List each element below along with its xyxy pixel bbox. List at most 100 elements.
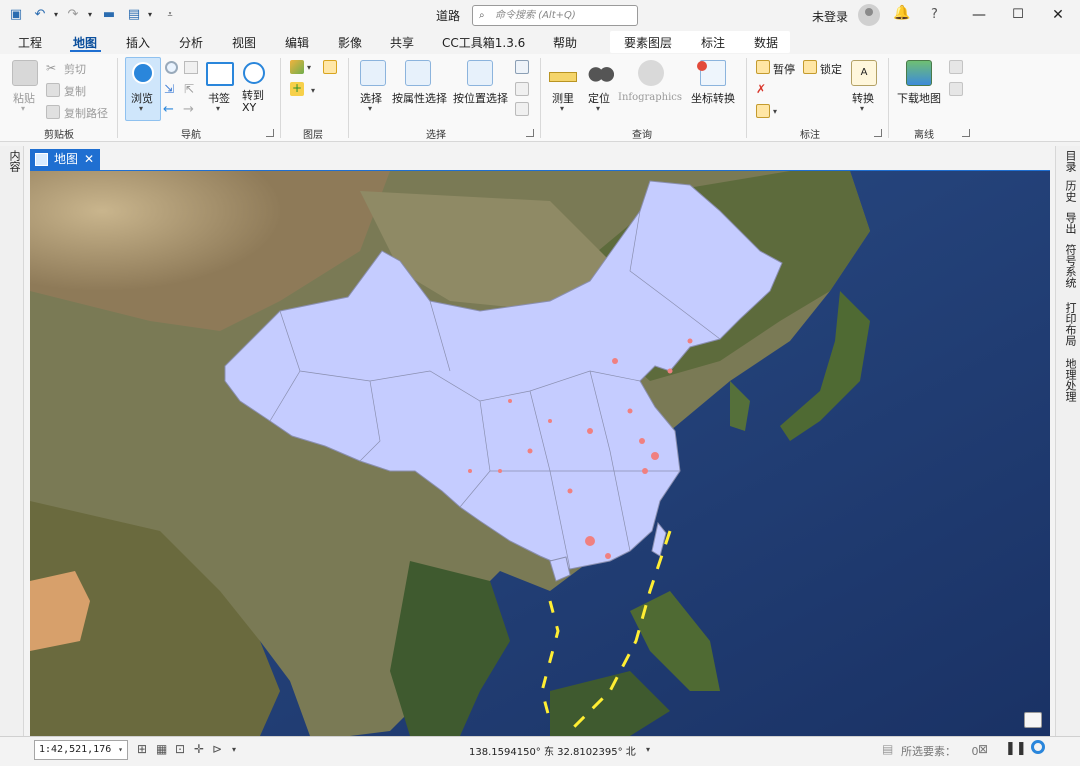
grid-icon[interactable]: ⊞ — [137, 742, 147, 756]
save-icon[interactable]: ▣ — [8, 7, 24, 23]
scale-dropdown-icon[interactable]: ▾ — [118, 741, 123, 759]
constraint-icon[interactable]: ✛ — [194, 742, 204, 756]
coordinate-format-dropdown-icon[interactable]: ▾ — [646, 745, 650, 754]
tab-project[interactable]: 工程 — [18, 34, 42, 51]
tab-view[interactable]: 视图 — [232, 34, 256, 51]
previous-extent-icon[interactable]: ← — [163, 102, 174, 117]
login-status[interactable]: 未登录 — [812, 8, 848, 25]
new-map-icon[interactable]: ▤ — [126, 7, 142, 23]
scale-selector[interactable]: 1:42,521,176 ▾ — [34, 740, 128, 760]
print-layout-pane-tab[interactable]: 打印布局 — [1062, 302, 1078, 346]
next-extent-icon[interactable]: → — [183, 102, 194, 117]
customize-toolbar-icon[interactable]: ⩡ — [162, 7, 178, 23]
coordinate-convert-button[interactable]: 坐标转换 — [691, 90, 735, 106]
new-map-dropdown-icon[interactable]: ▾ — [142, 7, 158, 23]
notification-bell-icon[interactable]: 🔔 — [893, 5, 910, 21]
offline-launcher-icon[interactable] — [962, 129, 970, 137]
contents-pane-tab[interactable]: 内容 — [6, 150, 22, 172]
remove-labels-icon[interactable]: ✗ — [756, 82, 766, 96]
copy-path-button[interactable]: 复制路径 — [64, 105, 108, 121]
select-by-location-button[interactable]: 按位置选择 — [453, 90, 508, 106]
inquiry-group-label: 查询 — [632, 130, 652, 141]
zoom-to-selection-icon[interactable] — [515, 102, 529, 116]
geoprocessing-pane-tab[interactable]: 地理处理 — [1062, 358, 1078, 402]
arcgis-pro-window: ▣ ↶ ▾ ↷ ▾ ▬ ▤ ▾ ⩡ 道路 ⌕ 命令搜索 (Alt+Q) 未登录 … — [0, 0, 1080, 766]
goto-xy-button[interactable]: 转到 XY — [242, 90, 270, 114]
select-dropdown-icon[interactable]: ▾ — [368, 104, 372, 113]
infographics-button[interactable]: Infographics — [618, 92, 682, 103]
labeling-launcher-icon[interactable] — [874, 129, 882, 137]
paste-dropdown-icon[interactable]: ▾ — [21, 104, 25, 113]
attributes-icon[interactable] — [515, 60, 529, 74]
undo-icon[interactable]: ↶ — [32, 7, 48, 23]
copy-button[interactable]: 复制 — [64, 83, 86, 99]
correction-icon[interactable]: ⊳ — [212, 742, 222, 756]
map-tips-icon[interactable] — [1024, 712, 1042, 728]
fixed-zoom-icon[interactable] — [184, 61, 198, 74]
zoom-out-arrows-icon[interactable]: ⇱ — [184, 82, 194, 96]
select-by-attribute-button[interactable]: 按属性选择 — [392, 90, 447, 106]
bookmarks-dropdown-icon[interactable]: ▾ — [216, 104, 220, 113]
command-search-input[interactable]: ⌕ 命令搜索 (Alt+Q) — [472, 5, 638, 26]
map-view-tab[interactable]: 地图 ✕ — [30, 149, 100, 170]
paste-icon — [12, 60, 38, 86]
maximize-icon[interactable]: ☐ — [1009, 6, 1027, 24]
tab-analysis[interactable]: 分析 — [179, 34, 203, 51]
scissors-icon: ✂ — [46, 61, 57, 75]
measure-dropdown-icon[interactable]: ▾ — [560, 104, 564, 113]
minimize-icon[interactable]: — — [970, 6, 988, 24]
selection-table-icon[interactable]: ▤ — [882, 742, 893, 756]
locate-dropdown-icon[interactable]: ▾ — [596, 104, 600, 113]
tab-map[interactable]: 地图 — [73, 34, 97, 51]
redo-icon[interactable]: ↷ — [65, 7, 81, 23]
tab-feature-layer[interactable]: 要素图层 — [624, 34, 672, 51]
full-extent-icon[interactable] — [165, 61, 178, 74]
tab-edit[interactable]: 编辑 — [285, 34, 309, 51]
add-data-icon[interactable] — [323, 60, 337, 74]
tab-share[interactable]: 共享 — [390, 34, 414, 51]
tab-help[interactable]: 帮助 — [553, 34, 577, 51]
avatar[interactable] — [858, 4, 880, 26]
label-manager-dropdown-icon[interactable]: ▾ — [773, 107, 777, 116]
refresh-selection-icon[interactable]: ⊠ — [978, 742, 988, 756]
basemap-icon[interactable] — [290, 60, 304, 74]
basemap-dropdown-icon[interactable]: ▾ — [307, 63, 311, 72]
map-view[interactable] — [30, 171, 1050, 736]
refresh-map-icon[interactable] — [1031, 740, 1045, 754]
remove-offline-icon[interactable] — [949, 82, 963, 96]
add-layer-dropdown-icon[interactable]: ▾ — [311, 86, 315, 95]
tab-data[interactable]: 数据 — [754, 34, 778, 51]
catalog-pane-tab[interactable]: 目录 — [1062, 150, 1078, 172]
tab-insert[interactable]: 插入 — [126, 34, 150, 51]
zoom-in-arrows-icon[interactable]: ⇲ — [164, 82, 174, 96]
add-layer-icon[interactable]: + — [290, 82, 304, 96]
cut-button[interactable]: 剪切 — [64, 61, 86, 77]
status-tools-dropdown-icon[interactable]: ▾ — [232, 745, 236, 754]
table-icon[interactable]: ▦ — [156, 742, 167, 756]
close-map-tab-icon[interactable]: ✕ — [84, 149, 94, 170]
download-map-button[interactable]: 下载地图 — [897, 90, 941, 106]
sync-icon[interactable] — [949, 60, 963, 74]
selection-launcher-icon[interactable] — [526, 129, 534, 137]
tab-imagery[interactable]: 影像 — [338, 34, 362, 51]
export-pane-tab[interactable]: 导出 — [1062, 212, 1078, 234]
snapping-icon[interactable]: ⊡ — [175, 742, 185, 756]
undo-dropdown-icon[interactable]: ▾ — [48, 7, 64, 23]
convert-dropdown-icon[interactable]: ▾ — [860, 104, 864, 113]
history-pane-tab[interactable]: 历史 — [1062, 180, 1078, 202]
clear-selection-icon[interactable] — [515, 82, 529, 96]
label-manager-icon[interactable] — [756, 104, 770, 118]
tab-cc-toolbox[interactable]: CC工具箱1.3.6 — [442, 34, 525, 51]
help-icon[interactable]: ? — [931, 7, 938, 22]
open-project-icon[interactable]: ▬ — [101, 7, 117, 23]
pause-button[interactable]: 暂停 — [773, 61, 795, 77]
pause-drawing-icon[interactable]: ❚❚ — [1005, 741, 1027, 756]
navigate-launcher-icon[interactable] — [266, 129, 274, 137]
lock-button[interactable]: 锁定 — [820, 61, 842, 77]
redo-dropdown-icon[interactable]: ▾ — [82, 7, 98, 23]
explore-dropdown-icon[interactable]: ▾ — [139, 104, 143, 113]
symbology-pane-tab[interactable]: 符号系统 — [1062, 244, 1078, 288]
selection-group-label: 选择 — [426, 130, 446, 141]
close-icon[interactable]: ✕ — [1049, 6, 1067, 24]
tab-labeling[interactable]: 标注 — [701, 34, 725, 51]
